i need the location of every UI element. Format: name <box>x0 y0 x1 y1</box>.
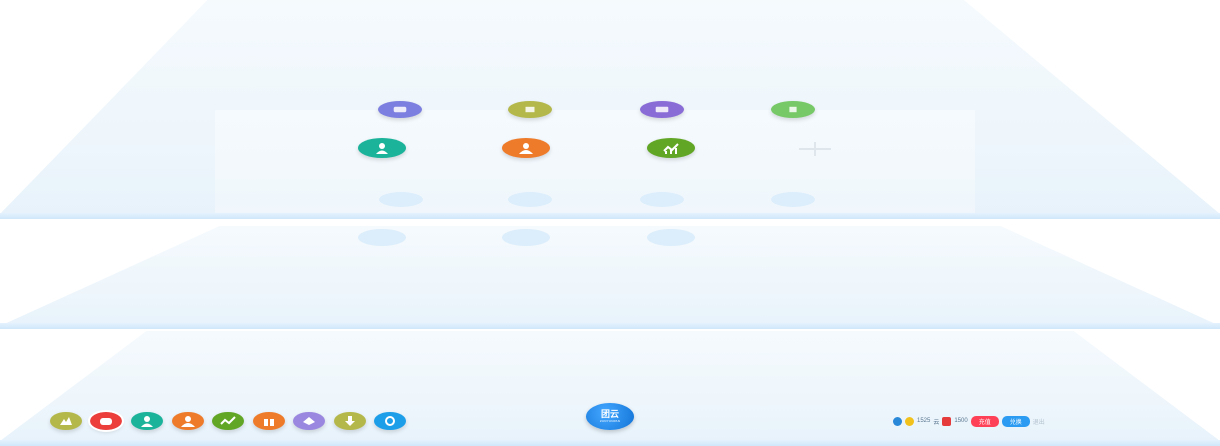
shop-icon <box>789 106 797 113</box>
contacts-app-button[interactable] <box>502 138 550 158</box>
dock-download-button[interactable] <box>334 412 366 430</box>
reflection <box>502 229 550 246</box>
top-app-button-4[interactable] <box>771 101 815 118</box>
points-count: 1500 <box>954 418 968 424</box>
plus-icon[interactable] <box>797 141 833 157</box>
dock-user-button[interactable] <box>131 412 163 430</box>
exit-link[interactable]: 退出 <box>1033 417 1045 426</box>
lower-platform-edge <box>0 440 1220 446</box>
status-bar: 1525 云 1500 充值 兑换 退出 <box>893 415 1045 427</box>
apps-icon <box>60 417 72 425</box>
mail-icon <box>655 106 669 113</box>
book-icon <box>525 106 535 113</box>
middle-platform-edge <box>0 323 1220 329</box>
reflection <box>508 192 552 207</box>
gamepad-icon <box>100 418 112 425</box>
user-icon <box>141 416 153 427</box>
dock-search-button[interactable] <box>374 412 406 430</box>
download-icon <box>345 416 355 426</box>
chat-icon <box>393 106 407 113</box>
gift-icon <box>942 416 952 426</box>
dock-group-button[interactable] <box>172 412 204 430</box>
user-app-button[interactable] <box>358 138 406 158</box>
gift-icon <box>264 417 274 426</box>
reflection <box>379 192 423 207</box>
logo[interactable]: 团云 ZUNYUNPAN <box>586 403 634 430</box>
reflection <box>647 229 695 246</box>
dock-apps-button[interactable] <box>50 412 82 430</box>
coin-count: 1525 <box>917 418 931 424</box>
coin-icon <box>905 416 914 426</box>
user-icon[interactable] <box>893 416 902 426</box>
reflection <box>640 192 684 207</box>
dock-games-button[interactable] <box>88 410 124 432</box>
stats-app-button[interactable] <box>647 138 695 158</box>
reflection <box>358 229 406 246</box>
group-icon <box>181 416 195 427</box>
top-app-button-1[interactable] <box>378 101 422 118</box>
top-app-button-3[interactable] <box>640 101 684 118</box>
cloud-icon <box>303 417 315 425</box>
reflection <box>771 192 815 207</box>
search-icon <box>385 416 395 426</box>
coin-unit: 云 <box>933 419 940 426</box>
charge-button[interactable]: 充值 <box>970 415 999 427</box>
logo-subtitle: ZUNYUNPAN <box>599 419 621 423</box>
user-icon <box>376 143 388 154</box>
chart-icon <box>663 143 679 154</box>
dock-gift-button[interactable] <box>253 412 285 430</box>
upper-platform-edge <box>0 213 1220 219</box>
dock-stats-button[interactable] <box>212 412 244 430</box>
top-app-button-2[interactable] <box>508 101 552 118</box>
group-icon <box>519 143 533 154</box>
middle-platform <box>0 226 1220 326</box>
chart-icon <box>220 416 236 425</box>
dock-cloud-button[interactable] <box>293 412 325 430</box>
logo-mark: 团云 <box>600 409 619 419</box>
app-deck <box>215 110 975 214</box>
exchange-button[interactable]: 兑换 <box>1001 415 1030 427</box>
